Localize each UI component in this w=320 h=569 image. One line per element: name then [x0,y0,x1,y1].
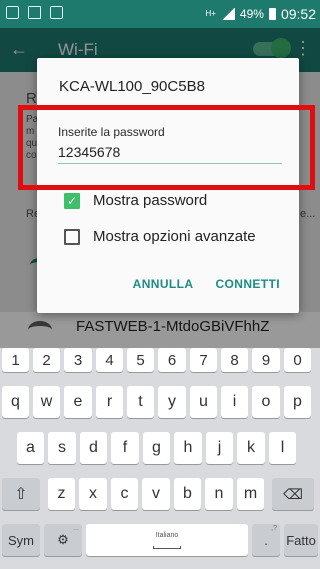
advanced-options-option[interactable]: Mostra opzioni avanzate [64,228,256,245]
key-u[interactable]: u [190,386,217,418]
key-g[interactable]: g [143,432,170,464]
network-type: H+ [205,9,216,18]
network-name: FASTWEB-1-MtdoGBiVFhhZ [76,318,270,335]
key-r[interactable]: r [96,386,123,418]
key-0[interactable]: 0 [284,348,311,372]
key-4[interactable]: 4 [96,348,123,372]
letter-row-1: q w e r t y u i o p [0,386,320,422]
advanced-options-checkbox[interactable] [64,228,80,245]
show-password-checkbox[interactable]: ✓ [64,192,80,209]
period-key[interactable]: ,? . [252,524,280,556]
key-p[interactable]: p [284,386,311,418]
key-i[interactable]: i [221,386,248,418]
key-5[interactable]: 5 [127,348,154,372]
key-2[interactable]: 2 [33,348,60,372]
connect-button[interactable]: CONNETTI [215,277,280,291]
bottom-row: Sym ... ⚙ Italiano ,? . Fatto [0,524,320,560]
backspace-icon[interactable]: ⌫ [272,478,314,510]
key-y[interactable]: y [158,386,186,418]
cancel-button[interactable]: ANNULLA [133,277,194,291]
key-9[interactable]: 9 [252,348,280,372]
settings-hint: ... [73,525,79,532]
key-o[interactable]: o [252,386,280,418]
key-a[interactable]: a [17,432,44,464]
key-1[interactable]: 1 [2,348,29,372]
soft-keyboard: 1 2 3 4 5 6 7 8 9 0 q w e r t y u i o p … [0,348,320,569]
key-8[interactable]: 8 [221,348,248,372]
period-hint: ,? [271,525,277,532]
letter-row-2: a s d f g h j k l [0,432,320,468]
space-language-label: Italiano [155,532,179,539]
show-password-option[interactable]: ✓ Mostra password [64,192,207,209]
number-row: 1 2 3 4 5 6 7 8 9 0 [0,348,320,384]
signal-icon [220,8,235,20]
email-icon [28,6,41,19]
done-key[interactable]: Fatto [284,524,318,556]
letter-row-3: ⇧ z x c v b n m ⌫ [0,478,320,514]
space-bar[interactable]: Italiano [86,524,248,556]
wifi-network-item[interactable]: FASTWEB-1-MtdoGBiVFhhZ [0,312,320,348]
dialog-actions: ANNULLA CONNETTI [133,277,280,291]
key-w[interactable]: w [33,386,60,418]
annotation-highlight-box [18,105,315,190]
key-l[interactable]: l [269,432,296,464]
key-v[interactable]: v [142,478,170,510]
sym-key[interactable]: Sym [2,524,40,556]
key-k[interactable]: k [237,432,265,464]
shift-icon[interactable]: ⇧ [2,478,40,510]
key-t[interactable]: t [127,386,154,418]
advanced-options-label: Mostra opzioni avanzate [93,228,256,245]
key-s[interactable]: s [48,432,76,464]
gear-icon[interactable]: ... ⚙ [44,524,82,556]
wifi-lock-icon [28,321,52,339]
status-bar: H+ 49% 09:52 [0,0,320,28]
key-e[interactable]: e [64,386,92,418]
dialog-title: KCA-WL100_90C5B8 [59,78,205,95]
image-icon [50,6,63,19]
show-password-label: Mostra password [93,192,208,209]
key-f[interactable]: f [111,432,139,464]
battery-icon [268,8,276,20]
space-bar-icon [153,546,181,549]
key-6[interactable]: 6 [158,348,186,372]
key-c[interactable]: c [111,478,138,510]
key-h[interactable]: h [174,432,202,464]
battery-percent: 49% [239,7,264,21]
key-x[interactable]: x [79,478,107,510]
key-m[interactable]: m [237,478,264,510]
clock: 09:52 [280,6,316,22]
key-b[interactable]: b [174,478,201,510]
key-z[interactable]: z [48,478,75,510]
key-d[interactable]: d [80,432,107,464]
key-7[interactable]: 7 [190,348,217,372]
key-n[interactable]: n [205,478,233,510]
period-label: . [264,532,268,548]
key-3[interactable]: 3 [64,348,92,372]
gallery-icon [6,6,19,19]
key-j[interactable]: j [206,432,233,464]
key-q[interactable]: q [2,386,29,418]
